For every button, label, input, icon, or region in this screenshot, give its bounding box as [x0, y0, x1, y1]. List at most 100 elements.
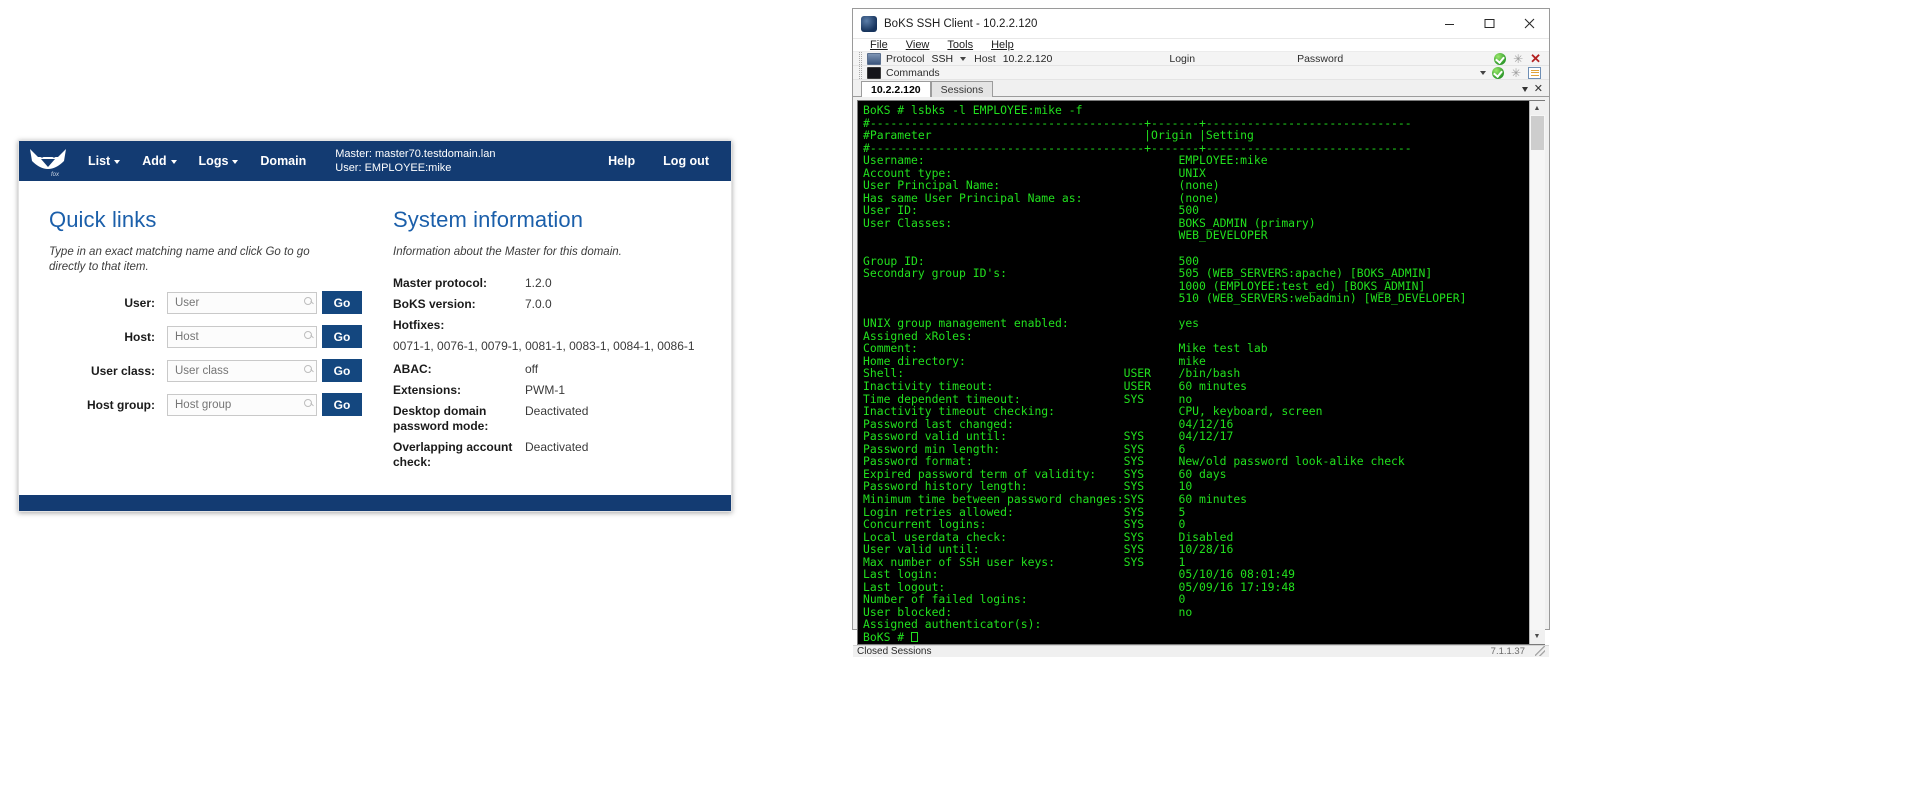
quick-link-label-host: Host:	[124, 329, 155, 344]
quick-link-input-wrap-host-group	[167, 393, 317, 416]
system-info-key: BoKS version:	[393, 297, 476, 311]
login-label: Login	[1169, 52, 1196, 65]
tab-bar-controls: ✕	[1521, 84, 1543, 95]
commands-label: Commands	[886, 66, 940, 79]
quick-link-input-wrap-user	[167, 291, 317, 314]
user-class-search-input[interactable]	[167, 359, 317, 382]
page-body: Quick links Type in an exact matching na…	[19, 181, 731, 499]
quick-links-panel: Quick links Type in an exact matching na…	[19, 207, 387, 499]
go-button-user[interactable]: Go	[322, 291, 362, 314]
scroll-down-icon[interactable]: ▼	[1529, 629, 1545, 644]
user-search-input[interactable]	[167, 291, 317, 314]
quick-link-label-user-class: User class:	[90, 363, 155, 378]
protocol-value[interactable]: SSH	[932, 53, 954, 65]
quick-link-row-host: Host: Go	[49, 325, 387, 348]
chevron-down-icon	[170, 159, 177, 164]
host-search-input[interactable]	[167, 325, 317, 348]
minimize-icon[interactable]	[1429, 9, 1469, 38]
title-bar: BoKS SSH Client - 10.2.2.120	[853, 9, 1549, 39]
status-bar: Closed Sessions 7.1.1.37	[853, 644, 1549, 657]
gear-icon[interactable]: ✳	[1510, 67, 1522, 79]
menu-item-tools-label: Tools	[947, 39, 974, 51]
go-button-user-class[interactable]: Go	[322, 359, 362, 382]
nav-item-list[interactable]: List	[77, 141, 131, 181]
system-info-row-hotfixes-label: Hotfixes:	[393, 318, 717, 333]
gear-icon[interactable]: ✳	[1512, 53, 1524, 65]
system-info-value: 7.0.0	[525, 297, 552, 311]
app-icon	[861, 15, 877, 32]
chevron-down-icon[interactable]	[1480, 70, 1486, 75]
quick-link-label-user: User:	[124, 295, 155, 310]
menu-item-file[interactable]: File	[861, 39, 897, 51]
page-footer-bar	[19, 495, 731, 511]
quick-links-title: Quick links	[49, 207, 157, 232]
system-info-key: Desktop domain password mode:	[393, 404, 489, 433]
nav-item-logs[interactable]: Logs	[188, 141, 250, 181]
maximize-icon[interactable]	[1469, 9, 1509, 38]
toolbar-grip[interactable]	[859, 52, 862, 65]
protocol-icon	[867, 52, 881, 65]
tab-session-host[interactable]: 10.2.2.120	[861, 81, 931, 97]
nav-item-logs-label: Logs	[198, 154, 229, 168]
top-navigation-bar: fox List Add Logs Domain Master: master7…	[19, 141, 731, 181]
system-info-row: BoKS version: 7.0.0	[393, 297, 717, 312]
menu-item-help[interactable]: Help	[982, 39, 1023, 51]
system-info-row: Overlapping account check: Deactivated	[393, 440, 717, 470]
nav-item-list-label: List	[88, 154, 111, 168]
chevron-down-icon[interactable]	[1521, 86, 1528, 92]
quick-link-input-wrap-host	[167, 325, 317, 348]
scrollbar-thumb[interactable]	[1530, 116, 1544, 150]
tab-sessions[interactable]: Sessions	[930, 81, 994, 97]
resize-grip-icon[interactable]	[1535, 646, 1545, 657]
hotfixes-label: Hotfixes:	[393, 318, 445, 332]
scrollbar-track[interactable]	[1529, 115, 1545, 630]
host-value[interactable]: 10.2.2.120	[1003, 53, 1053, 65]
go-button-host-group[interactable]: Go	[322, 393, 362, 416]
screenshot-canvas: fox List Add Logs Domain Master: master7…	[0, 0, 1920, 800]
system-info-key: ABAC:	[393, 362, 432, 376]
toolbar-grip[interactable]	[859, 66, 862, 79]
menu-item-file-label: File	[870, 39, 888, 51]
connect-icon[interactable]	[1494, 52, 1507, 65]
nav-item-add[interactable]: Add	[131, 141, 187, 181]
quick-link-row-user: User: Go	[49, 291, 387, 314]
session-info: Master: master70.testdomain.lan User: EM…	[335, 147, 495, 175]
menu-item-view[interactable]: View	[897, 39, 939, 51]
commands-icon	[867, 66, 881, 79]
terminal-scrollbar[interactable]: ▲ ▼	[1529, 101, 1545, 644]
commands-toolbar: Commands ✳	[853, 66, 1549, 80]
fox-logo[interactable]: fox	[19, 141, 77, 181]
system-info-value: off	[525, 362, 539, 376]
close-tab-icon[interactable]: ✕	[1534, 84, 1543, 95]
host-group-search-input[interactable]	[167, 393, 317, 416]
chevron-down-icon[interactable]	[960, 56, 967, 61]
password-label: Password	[1297, 52, 1344, 65]
scroll-up-icon[interactable]: ▲	[1529, 101, 1545, 115]
logout-link[interactable]: Log out	[649, 141, 723, 181]
window-title: BoKS SSH Client - 10.2.2.120	[884, 17, 1038, 30]
quick-link-row-host-group: Host group: Go	[49, 393, 387, 416]
terminal-cursor	[911, 631, 919, 642]
quick-link-row-user-class: User class: Go	[49, 359, 387, 382]
commands-actions: ✳	[1480, 66, 1549, 79]
quick-link-label-host-group: Host group:	[87, 397, 155, 412]
edit-note-icon[interactable]	[1528, 66, 1541, 79]
terminal-area: BoKS # lsbks -l EMPLOYEE:mike -f #------…	[857, 100, 1545, 645]
search-icon	[304, 296, 312, 305]
session-tab-bar: 10.2.2.120 Sessions ✕	[853, 80, 1549, 97]
fox-logo-caption: fox	[51, 172, 60, 178]
ssh-client-window: BoKS SSH Client - 10.2.2.120 File View T…	[852, 8, 1550, 657]
go-button-host[interactable]: Go	[322, 325, 362, 348]
menu-item-tools[interactable]: Tools	[938, 39, 982, 51]
terminal-output[interactable]: BoKS # lsbks -l EMPLOYEE:mike -f #------…	[858, 101, 1529, 644]
version-text: 7.1.1.37	[1490, 645, 1525, 657]
disconnect-icon[interactable]: ✕	[1530, 52, 1541, 65]
system-info-row: Master protocol: 1.2.0	[393, 276, 717, 291]
nav-right-group: Help Log out	[594, 141, 723, 181]
nav-item-domain[interactable]: Domain	[249, 141, 317, 181]
system-info-value: PWM-1	[525, 383, 565, 397]
help-link[interactable]: Help	[594, 141, 649, 181]
system-info-key: Master protocol:	[393, 276, 488, 290]
close-icon[interactable]	[1509, 9, 1549, 38]
run-command-icon[interactable]	[1492, 66, 1504, 79]
